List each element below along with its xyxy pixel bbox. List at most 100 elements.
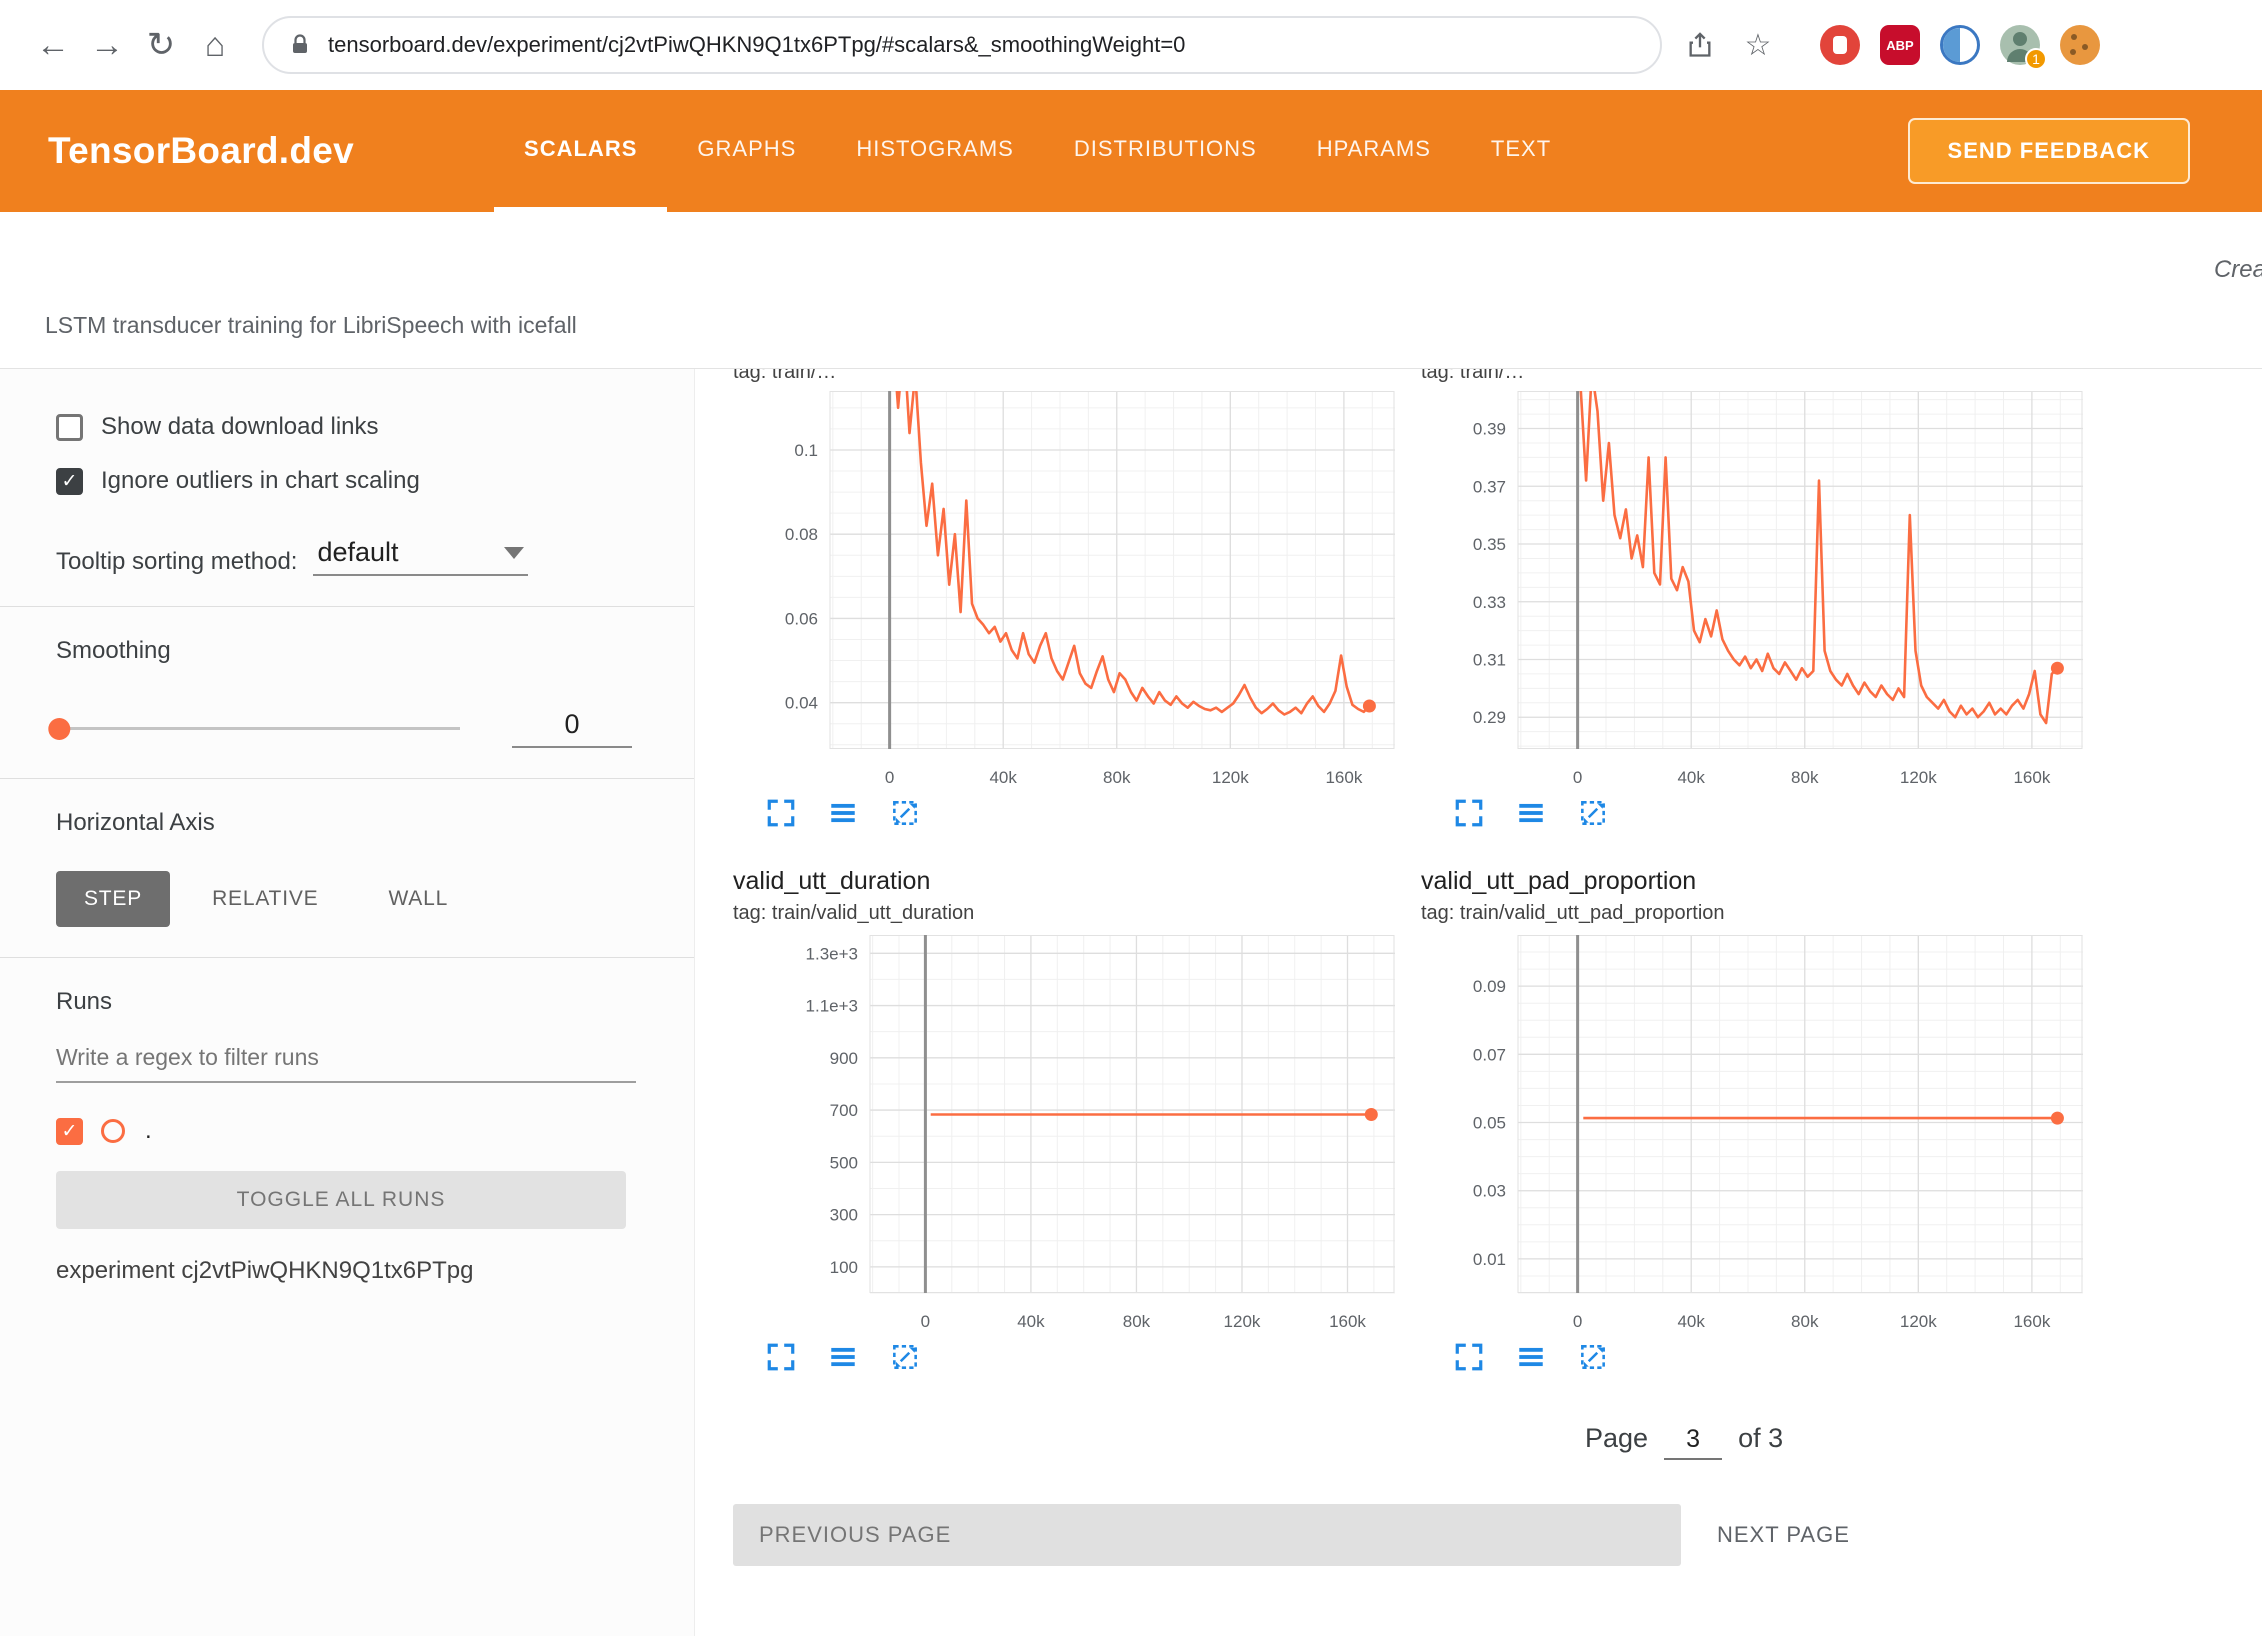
chart-tag: tag: train/… [1421,369,1524,384]
profile-avatar[interactable]: 1 [2000,25,2040,65]
svg-text:500: 500 [830,1153,858,1172]
chart-card: tag: train/… 040k80k120k160k0.040.060.08… [733,369,1395,829]
bookmark-star-icon[interactable]: ☆ [1734,21,1782,69]
blue-extension-icon[interactable] [1940,25,1980,65]
smoothing-value-field[interactable]: 0 [512,709,632,748]
experiment-description: LSTM transducer training for LibriSpeech… [45,312,577,339]
horizontal-axis-label: Horizontal Axis [56,809,638,837]
toggle-y-axis-icon[interactable] [827,797,859,829]
svg-text:1.1e+3: 1.1e+3 [806,997,858,1016]
run-row[interactable]: ✓ . [56,1117,638,1145]
svg-text:40k: 40k [989,768,1017,787]
reload-icon[interactable]: ↻ [134,18,188,72]
toggle-y-axis-icon[interactable] [1515,1341,1547,1373]
chart-toolbar [1421,797,2083,829]
next-page-button[interactable]: NEXT PAGE [1717,1522,1850,1548]
clipped-chart-header: tag: train/… [733,369,1395,384]
tab-graphs[interactable]: GRAPHS [667,90,826,212]
expand-chart-icon[interactable] [1453,1341,1485,1373]
tooltip-sorting-select[interactable]: default [313,535,528,576]
svg-text:0.35: 0.35 [1473,535,1506,554]
toggle-all-runs-button[interactable]: TOGGLE ALL RUNS [56,1171,626,1229]
svg-text:0.29: 0.29 [1473,708,1506,727]
checkbox-label: Ignore outliers in chart scaling [101,467,420,495]
forward-icon[interactable]: → [80,18,134,72]
back-icon[interactable]: ← [26,18,80,72]
tab-text[interactable]: TEXT [1461,90,1581,212]
app-logo: TensorBoard.dev [48,130,354,172]
toggle-y-axis-icon[interactable] [827,1341,859,1373]
clipped-chart-header: tag: train/… [1421,369,2083,384]
previous-page-button[interactable]: PREVIOUS PAGE [733,1504,1681,1566]
tab-scalars[interactable]: SCALARS [494,90,667,212]
svg-text:0.31: 0.31 [1473,651,1506,670]
svg-text:80k: 80k [1123,1312,1151,1331]
svg-text:0.09: 0.09 [1473,977,1506,996]
chart-tag: tag: train/… [733,369,836,384]
svg-text:0.03: 0.03 [1473,1182,1506,1201]
abp-label: ABP [1886,38,1913,53]
run-checkbox-checked-icon[interactable]: ✓ [56,1118,83,1145]
checkbox-checked-icon[interactable]: ✓ [56,468,83,495]
smoothing-slider[interactable] [56,727,460,730]
svg-text:0.05: 0.05 [1473,1114,1506,1133]
home-icon[interactable]: ⌂ [188,18,242,72]
smoothing-label: Smoothing [56,637,638,665]
cookie-extension-icon[interactable] [2060,25,2100,65]
tab-histograms[interactable]: HISTOGRAMS [826,90,1044,212]
abp-extension-icon[interactable]: ABP [1880,25,1920,65]
svg-text:160k: 160k [1329,1312,1366,1331]
svg-text:0.06: 0.06 [785,609,818,628]
smoothing-slider-thumb[interactable] [48,718,70,740]
fit-domain-icon[interactable] [889,797,921,829]
toggle-y-axis-icon[interactable] [1515,797,1547,829]
url-text[interactable]: tensorboard.dev/experiment/cj2vtPiwQHKN9… [328,32,1185,58]
svg-text:100: 100 [830,1258,858,1277]
divider [0,606,694,607]
expand-chart-icon[interactable] [1453,797,1485,829]
svg-text:0: 0 [1573,1312,1582,1331]
expand-chart-icon[interactable] [765,797,797,829]
created-text-partial: Crea [2214,256,2262,284]
svg-text:120k: 120k [1212,768,1249,787]
axis-step-button[interactable]: STEP [56,871,170,927]
ignore-outliers-row[interactable]: ✓ Ignore outliers in chart scaling [56,467,638,495]
send-feedback-button[interactable]: SEND FEEDBACK [1908,118,2190,184]
axis-wall-button[interactable]: WALL [360,871,476,927]
fit-domain-icon[interactable] [889,1341,921,1373]
scalar-line-chart[interactable]: 040k80k120k160k0.010.030.050.070.09 [1421,935,2083,1337]
avatar-badge: 1 [2025,48,2047,70]
tab-distributions[interactable]: DISTRIBUTIONS [1044,90,1287,212]
svg-text:1.3e+3: 1.3e+3 [806,944,858,963]
share-icon[interactable] [1676,21,1724,69]
chart-toolbar [1421,1341,2083,1373]
chart-title: valid_utt_pad_proportion [1421,867,2083,896]
runs-label: Runs [56,988,638,1016]
runs-filter-input[interactable] [56,1034,636,1083]
chart-card: valid_utt_pad_proportion tag: train/vali… [1421,867,2083,1373]
scalar-line-chart[interactable]: 040k80k120k160k0.040.060.080.1 [733,391,1395,793]
page-of-label: of 3 [1738,1423,1783,1454]
scalar-line-chart[interactable]: 040k80k120k160k0.290.310.330.350.370.39 [1421,391,2083,793]
svg-text:40k: 40k [1677,1312,1705,1331]
adblock-extension-icon[interactable] [1820,25,1860,65]
page-number-input[interactable] [1664,1425,1722,1460]
fit-domain-icon[interactable] [1577,1341,1609,1373]
page-label: Page [1585,1423,1648,1454]
svg-text:160k: 160k [2013,1312,2050,1331]
run-color-swatch-icon [101,1119,125,1143]
axis-relative-button[interactable]: RELATIVE [184,871,346,927]
svg-text:120k: 120k [1900,1312,1937,1331]
show-download-links-row[interactable]: Show data download links [56,413,638,441]
scalar-line-chart[interactable]: 040k80k120k160k1003005007009001.1e+31.3e… [733,935,1395,1337]
url-bar[interactable]: tensorboard.dev/experiment/cj2vtPiwQHKN9… [262,16,1662,74]
svg-text:0.08: 0.08 [785,525,818,544]
scalars-dashboard: tag: train/… 040k80k120k160k0.040.060.08… [695,369,2262,1636]
tab-hparams[interactable]: HPARAMS [1287,90,1461,212]
checkbox-unchecked-icon[interactable] [56,414,83,441]
expand-chart-icon[interactable] [765,1341,797,1373]
experiment-subheader: Crea LSTM transducer training for LibriS… [0,212,2262,368]
lock-icon [288,32,312,58]
fit-domain-icon[interactable] [1577,797,1609,829]
svg-text:0.01: 0.01 [1473,1250,1506,1269]
